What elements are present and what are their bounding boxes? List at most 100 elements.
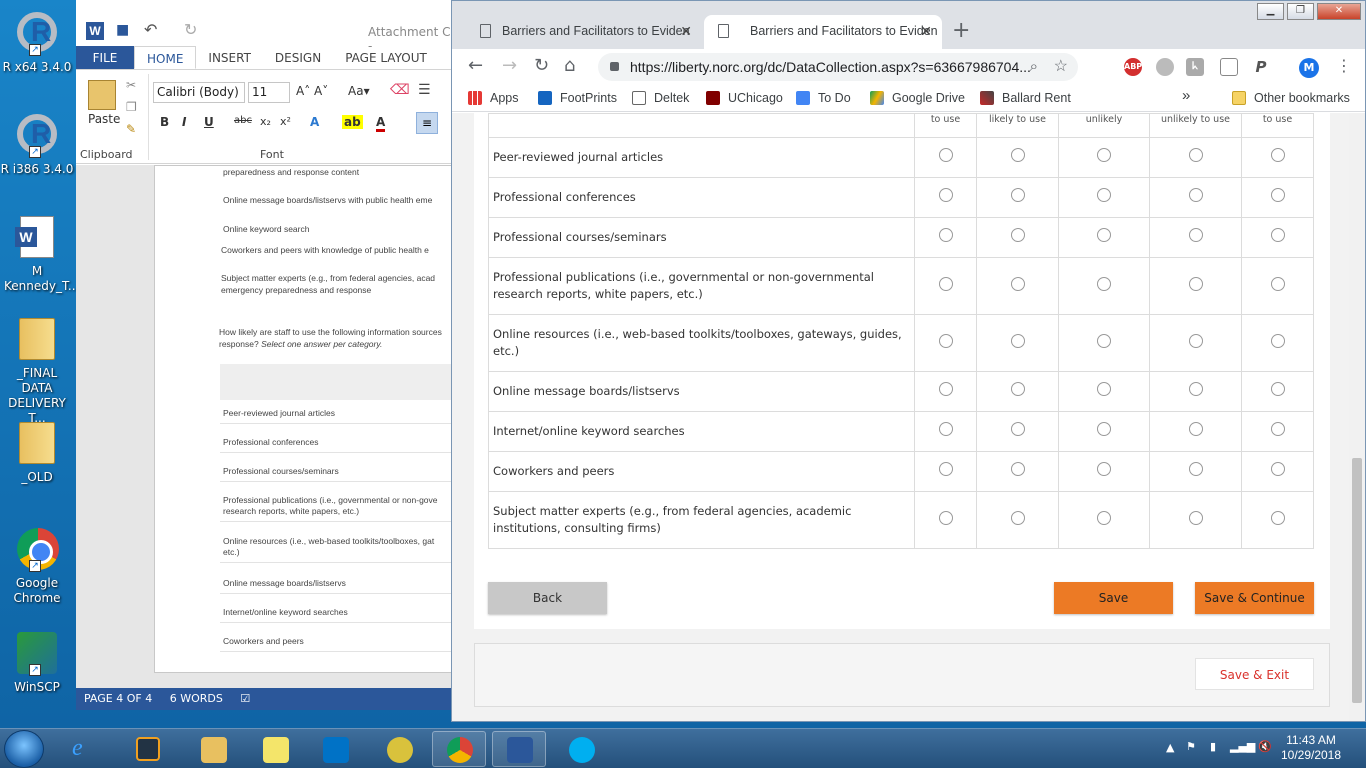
radio-option[interactable]	[1270, 188, 1285, 202]
browser-tab-2[interactable]: Barriers and Facilitators to Eviden ✕	[704, 15, 942, 49]
radio-option[interactable]	[1188, 333, 1203, 348]
minimize-button[interactable]: ▁	[1257, 3, 1284, 20]
page-count-status[interactable]: PAGE 4 OF 4	[84, 692, 152, 705]
battery-icon[interactable]: ▮	[1210, 740, 1216, 753]
action-center-flag-icon[interactable]: ⚑	[1186, 740, 1196, 753]
bookmark-todo[interactable]: To Do	[796, 89, 851, 107]
italic-button[interactable]: I	[182, 115, 186, 129]
star-icon[interactable]: ☆	[1054, 53, 1068, 81]
radio-option[interactable]	[1097, 228, 1111, 242]
paste-button[interactable]: Paste	[88, 112, 120, 126]
bookmarks-overflow[interactable]: »	[1182, 87, 1190, 105]
radio-option[interactable]	[938, 422, 953, 436]
radio-option[interactable]	[1010, 276, 1025, 291]
bold-button[interactable]: B	[160, 115, 169, 129]
close-tab-icon[interactable]: ✕	[680, 15, 692, 47]
taskbar-outlook[interactable]	[308, 731, 362, 767]
clock[interactable]: 11:43 AM 10/29/2018	[1276, 733, 1346, 763]
bookmark-deltek[interactable]: Deltek	[632, 89, 689, 107]
network-icon[interactable]: ▂▄▆	[1230, 740, 1255, 753]
taskbar-winscp[interactable]	[372, 731, 426, 767]
close-window-button[interactable]: ✕	[1317, 3, 1361, 20]
radio-option[interactable]	[1270, 333, 1285, 348]
radio-option[interactable]	[1188, 510, 1203, 525]
internet-explorer-icon[interactable]: e	[72, 735, 83, 762]
desktop-icon-chrome[interactable]: ↗ Google Chrome	[0, 528, 74, 606]
proofing-icon[interactable]: ☑	[240, 692, 250, 705]
radio-option[interactable]	[1010, 228, 1025, 242]
volume-icon[interactable]: 🔇	[1258, 740, 1272, 753]
format-painter-icon[interactable]: ✎	[126, 122, 136, 136]
word-count-status[interactable]: 6 WORDS	[170, 692, 223, 705]
cut-icon[interactable]: ✂	[126, 78, 136, 92]
radio-option[interactable]	[1010, 462, 1025, 476]
radio-option[interactable]	[938, 462, 953, 476]
undo-icon[interactable]: ↶	[144, 20, 157, 39]
tab-design[interactable]: DESIGN	[263, 46, 333, 69]
tab-file[interactable]: FILE	[76, 46, 134, 69]
radio-option[interactable]	[1188, 148, 1203, 162]
text-effects-icon[interactable]: A	[310, 115, 319, 129]
tab-home[interactable]: HOME	[134, 46, 197, 69]
radio-option[interactable]	[1270, 148, 1285, 162]
copy-icon[interactable]: ❐	[126, 100, 137, 114]
extension-icon[interactable]	[1156, 58, 1174, 76]
font-size-select[interactable]: 11	[248, 82, 290, 103]
save-icon[interactable]: ■	[116, 22, 129, 38]
radio-option[interactable]	[1010, 148, 1025, 162]
taskbar-explorer[interactable]	[186, 731, 240, 767]
radio-option[interactable]	[1270, 462, 1285, 476]
change-case-icon[interactable]: Aa▾	[348, 84, 370, 98]
radio-option[interactable]	[1188, 422, 1203, 436]
tab-page-layout[interactable]: PAGE LAYOUT	[333, 46, 439, 69]
other-bookmarks[interactable]: Other bookmarks	[1232, 89, 1350, 107]
bullets-icon[interactable]: ☰	[418, 82, 431, 98]
radio-option[interactable]	[1010, 188, 1025, 202]
radio-option[interactable]	[938, 333, 953, 348]
radio-option[interactable]	[938, 148, 953, 162]
new-tab-icon[interactable]: +	[952, 15, 970, 47]
forward-arrow-icon[interactable]: →	[502, 55, 517, 77]
menu-kebab-icon[interactable]: ⋮	[1336, 55, 1352, 77]
radio-option[interactable]	[1188, 188, 1203, 202]
radio-option[interactable]	[1188, 462, 1203, 476]
taskbar-word[interactable]	[492, 731, 546, 767]
grow-font-icon[interactable]: A˄ A˅	[296, 84, 328, 98]
radio-option[interactable]	[1097, 148, 1111, 162]
radio-option[interactable]	[938, 276, 953, 291]
taskbar-chrome[interactable]	[432, 731, 486, 767]
radio-option[interactable]	[1097, 333, 1111, 348]
save-continue-button[interactable]: Save & Continue	[1195, 582, 1314, 614]
reload-icon[interactable]: ↻	[534, 55, 549, 77]
radio-option[interactable]	[1270, 510, 1285, 525]
radio-option[interactable]	[1010, 333, 1025, 348]
media-player-icon[interactable]	[136, 737, 160, 761]
extension-icon[interactable]: ᖾ	[1186, 58, 1204, 76]
radio-option[interactable]	[1010, 422, 1025, 436]
save-exit-button[interactable]: Save & Exit	[1195, 658, 1314, 690]
bookmark-footprints[interactable]: FootPrints	[538, 89, 617, 107]
tab-insert[interactable]: INSERT	[196, 46, 263, 69]
radio-option[interactable]	[1097, 462, 1111, 476]
font-color-icon[interactable]: A	[376, 115, 386, 132]
radio-option[interactable]	[1270, 276, 1285, 291]
radio-option[interactable]	[1270, 228, 1285, 242]
desktop-icon-final-data[interactable]: _FINAL DATA DELIVERY T...	[0, 318, 74, 426]
back-button[interactable]: Back	[488, 582, 607, 614]
clear-formatting-icon[interactable]: ⌫	[390, 82, 410, 98]
subscript-button[interactable]: x₂	[260, 115, 271, 128]
document-extension-icon[interactable]	[1220, 58, 1238, 76]
strikethrough-button[interactable]: abc	[234, 115, 252, 126]
home-icon[interactable]: ⌂	[564, 55, 575, 77]
font-name-select[interactable]: Calibri (Body)	[153, 82, 245, 103]
underline-button[interactable]: U	[204, 115, 214, 129]
paste-icon[interactable]	[88, 80, 116, 110]
radio-option[interactable]	[1097, 276, 1111, 291]
radio-option[interactable]	[938, 382, 953, 396]
radio-option[interactable]	[938, 510, 953, 525]
desktop-icon-winscp[interactable]: ↗ WinSCP	[0, 632, 74, 695]
radio-option[interactable]	[1010, 382, 1025, 396]
adblock-icon[interactable]: ABP	[1124, 58, 1142, 76]
highlight-icon[interactable]: ab	[342, 115, 363, 129]
taskbar-sticky-notes[interactable]	[248, 731, 302, 767]
